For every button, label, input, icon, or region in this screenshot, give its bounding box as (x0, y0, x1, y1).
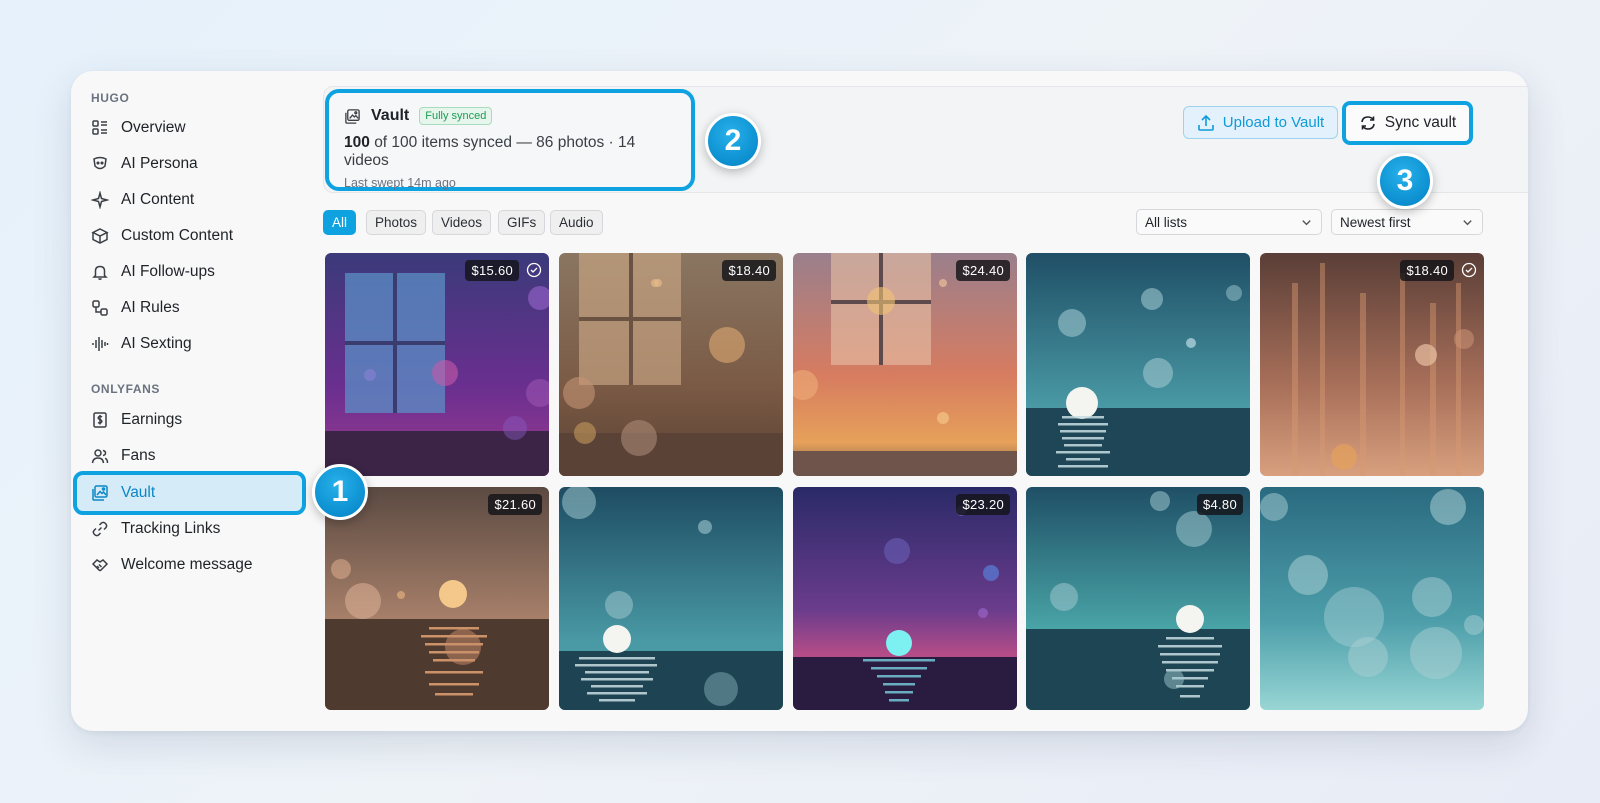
price-badge: $24.40 (956, 260, 1010, 281)
media-thumbnail (793, 253, 1017, 476)
sync-label: Sync vault (1384, 114, 1457, 131)
rules-icon (91, 299, 109, 317)
sidebar: HUGO Overview AI Persona AI Content Cust… (71, 71, 316, 731)
sidebar-item-label: Earnings (121, 411, 183, 428)
sidebar-item-custom-content[interactable]: Custom Content (77, 218, 302, 254)
status-badge: Fully synced (419, 107, 493, 125)
step-marker-3: 3 (1377, 153, 1433, 209)
sidebar-item-label: AI Persona (121, 155, 198, 172)
page-title: Vault (371, 107, 410, 124)
media-thumbnail (559, 253, 783, 476)
filter-videos[interactable]: Videos (432, 210, 492, 235)
filter-gifs[interactable]: GIFs (498, 210, 546, 235)
sync-details: of 100 items synced — 86 photos · 14 vid… (344, 134, 636, 169)
media-thumbnail (559, 487, 783, 710)
sidebar-item-label: Fans (121, 447, 156, 464)
media-thumbnail (325, 487, 549, 710)
image-icon (344, 108, 361, 125)
overview-icon (91, 119, 109, 137)
media-thumbnail (1026, 253, 1250, 476)
sidebar-item-ai-follow-ups[interactable]: AI Follow-ups (77, 254, 302, 290)
app-window: HUGO Overview AI Persona AI Content Cust… (71, 71, 1528, 731)
last-swept: Last swept 14m ago (344, 176, 456, 190)
sidebar-item-ai-rules[interactable]: AI Rules (77, 290, 302, 326)
vault-item-tile[interactable]: $24.40 (793, 253, 1017, 476)
sidebar-item-label: Welcome message (121, 556, 253, 573)
sidebar-item-label: AI Rules (121, 299, 180, 316)
sidebar-item-label: Overview (121, 119, 186, 136)
vault-item-tile[interactable]: $21.60 (325, 487, 549, 710)
users-icon (91, 447, 109, 465)
step-marker-2: 2 (705, 113, 761, 169)
check-circle-icon (526, 262, 542, 278)
box-icon (91, 227, 109, 245)
sidebar-item-tracking-links[interactable]: Tracking Links (77, 511, 302, 547)
price-badge: $23.20 (956, 494, 1010, 515)
sidebar-item-vault[interactable]: Vault (73, 471, 306, 515)
link-icon (91, 520, 109, 538)
list-select[interactable]: All lists (1136, 209, 1322, 235)
waveform-icon (91, 335, 109, 353)
sort-select[interactable]: Newest first (1331, 209, 1483, 235)
handshake-icon (91, 556, 109, 574)
price-badge: $18.40 (722, 260, 776, 281)
vault-item-tile[interactable] (559, 487, 783, 710)
sidebar-item-earnings[interactable]: Earnings (77, 402, 302, 438)
sidebar-item-overview[interactable]: Overview (77, 110, 302, 146)
sort-select-value: Newest first (1340, 214, 1411, 230)
sparkle-icon (91, 191, 109, 209)
sidebar-item-welcome-message[interactable]: Welcome message (77, 547, 302, 583)
vault-item-tile[interactable]: $15.60 (325, 253, 549, 476)
media-thumbnail (1026, 487, 1250, 710)
media-thumbnail (793, 487, 1017, 710)
filter-all[interactable]: All (323, 210, 357, 235)
list-select-value: All lists (1145, 214, 1188, 230)
media-thumbnail (325, 253, 549, 476)
sidebar-item-label: AI Content (121, 191, 195, 208)
filter-audio[interactable]: Audio (550, 210, 603, 235)
chevron-down-icon (1463, 219, 1472, 225)
image-icon (91, 484, 109, 502)
media-thumbnail (1260, 487, 1484, 710)
sidebar-item-ai-sexting[interactable]: AI Sexting (77, 326, 302, 362)
sidebar-item-ai-persona[interactable]: AI Persona (77, 146, 302, 182)
upload-icon (1197, 114, 1214, 131)
price-badge: $15.60 (465, 260, 519, 281)
upload-label: Upload to Vault (1222, 114, 1325, 131)
sync-count: 100 of 100 items synced — 86 photos · 14… (344, 134, 676, 170)
sidebar-item-fans[interactable]: Fans (77, 438, 302, 474)
chevron-down-icon (1302, 219, 1311, 225)
check-circle-icon (1461, 262, 1477, 278)
sidebar-item-label: Custom Content (121, 227, 233, 244)
dollar-doc-icon (91, 411, 109, 429)
vault-item-tile[interactable]: $18.40 (559, 253, 783, 476)
refresh-icon (1360, 116, 1375, 130)
sidebar-item-label: Vault (121, 484, 156, 501)
vault-item-tile[interactable] (1260, 487, 1484, 710)
persona-icon (91, 155, 109, 173)
synced-count: 100 (344, 134, 370, 151)
vault-item-tile[interactable]: $4.80 (1026, 487, 1250, 710)
vault-sync-summary: Vault Fully synced 100 of 100 items sync… (325, 89, 695, 191)
sync-vault-button[interactable]: Sync vault (1342, 101, 1473, 145)
vault-item-tile[interactable]: $18.40 (1260, 253, 1484, 476)
section-label-hugo: HUGO (91, 91, 130, 105)
sidebar-item-label: AI Follow-ups (121, 263, 215, 280)
sidebar-item-label: AI Sexting (121, 335, 192, 352)
vault-item-tile[interactable] (1026, 253, 1250, 476)
section-label-onlyfans: ONLYFANS (91, 382, 161, 396)
vault-item-tile[interactable]: $23.20 (793, 487, 1017, 710)
upload-to-vault-button[interactable]: Upload to Vault (1183, 106, 1338, 139)
filter-photos[interactable]: Photos (366, 210, 427, 235)
price-badge: $4.80 (1196, 494, 1243, 515)
step-marker-1: 1 (312, 464, 368, 520)
media-thumbnail (1260, 253, 1484, 476)
price-badge: $21.60 (488, 494, 542, 515)
sidebar-item-label: Tracking Links (121, 520, 221, 537)
price-badge: $18.40 (1400, 260, 1454, 281)
sidebar-item-ai-content[interactable]: AI Content (77, 182, 302, 218)
bell-icon (91, 263, 109, 281)
